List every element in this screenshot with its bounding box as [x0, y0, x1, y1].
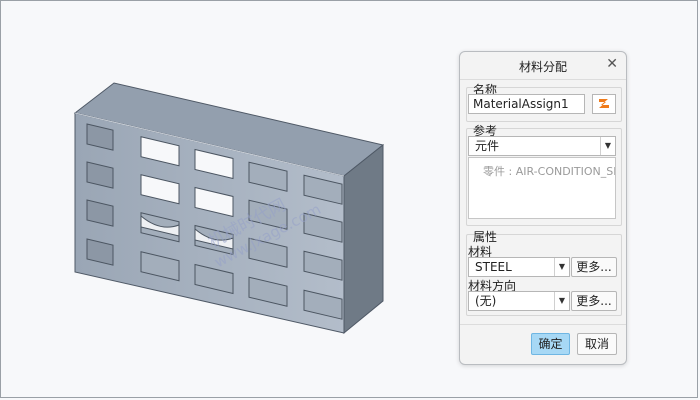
edit-name-icon — [599, 99, 609, 108]
reference-type-select[interactable]: 元件 ▼ — [468, 136, 616, 156]
ok-button[interactable]: 确定 — [531, 333, 570, 355]
direction-select[interactable]: (无) ▼ — [468, 291, 570, 311]
reference-type-value: 元件 — [475, 139, 500, 153]
name-input[interactable]: MaterialAssign1 — [468, 94, 585, 114]
material-select[interactable]: STEEL ▼ — [468, 257, 570, 277]
enclosure-model[interactable] — [73, 82, 385, 335]
material-more-button[interactable]: 更多... — [571, 257, 617, 277]
chevron-down-icon: ▼ — [554, 258, 569, 276]
model-side-face — [343, 143, 384, 335]
direction-value: (无) — [475, 294, 497, 308]
reference-list[interactable]: 零件 : AIR-CONDITION_SH — [468, 157, 616, 219]
material-value: STEEL — [475, 260, 512, 274]
chevron-down-icon: ▼ — [554, 292, 569, 310]
footer-divider — [460, 324, 626, 325]
cancel-button[interactable]: 取消 — [577, 333, 617, 355]
edit-name-button[interactable] — [592, 94, 616, 114]
direction-more-button[interactable]: 更多... — [571, 291, 617, 311]
chevron-down-icon: ▼ — [600, 137, 615, 155]
close-icon[interactable]: ✕ — [606, 56, 618, 72]
material-assign-dialog: 材料分配 ✕ 名称 MaterialAssign1 参考 元件 ▼ 零件 : A… — [459, 51, 627, 365]
dialog-title: 材料分配 — [518, 60, 567, 74]
list-item[interactable]: 零件 : AIR-CONDITION_SH — [483, 163, 615, 179]
title-divider — [460, 79, 626, 80]
